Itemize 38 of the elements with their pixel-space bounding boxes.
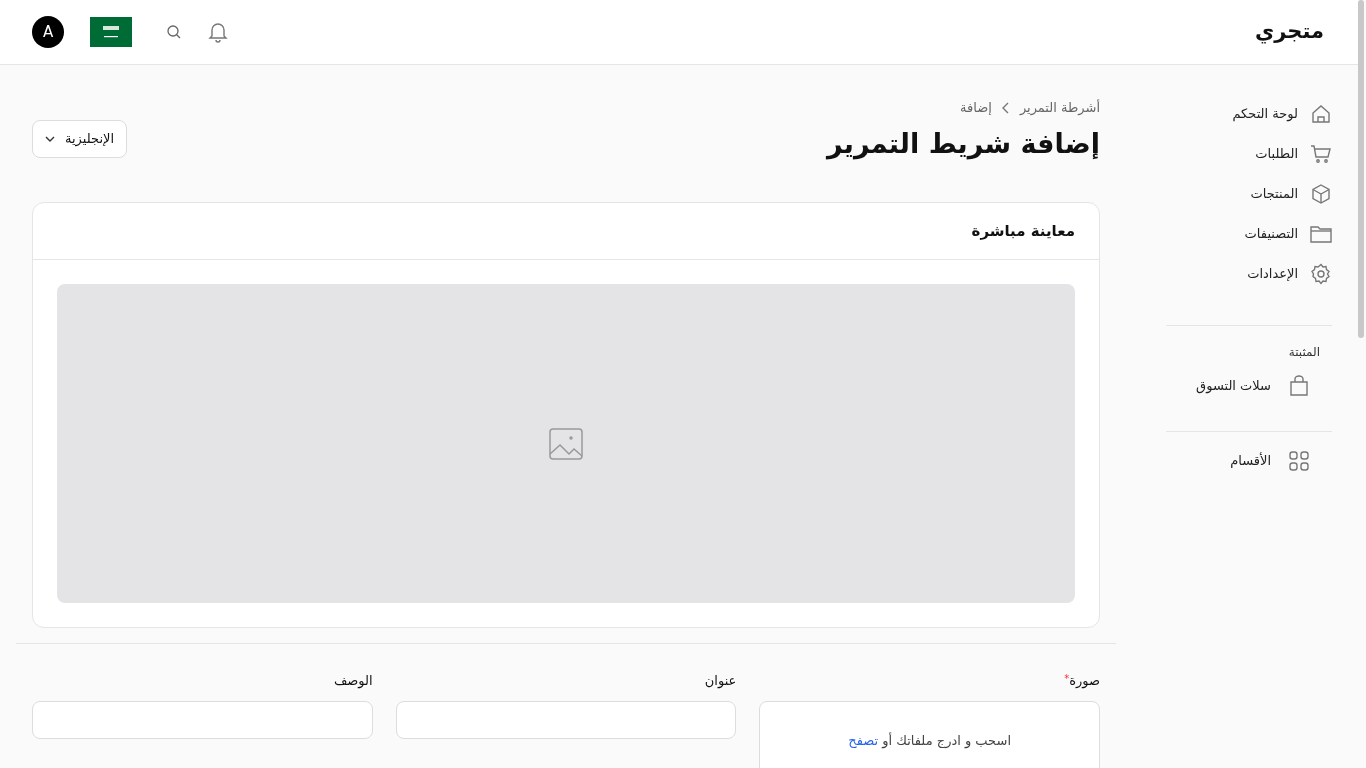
sidebar-item[interactable]: المنتجات	[1250, 183, 1332, 205]
card-title: معاينة مباشرة	[971, 220, 1075, 242]
sidebar-item[interactable]: لوحة التحكم	[1232, 103, 1332, 125]
language-select[interactable]: الإنجليزية	[32, 120, 128, 158]
grid-icon	[1288, 450, 1310, 472]
saudi-flag-icon[interactable]	[90, 17, 132, 47]
search-icon[interactable]	[166, 24, 182, 40]
store-logo[interactable]: متجري	[1254, 16, 1324, 48]
settings-icon	[1310, 263, 1332, 285]
chevron-down-icon	[45, 136, 55, 142]
sidebar-item[interactable]: الطلبات	[1255, 143, 1332, 165]
section-heading: المثبتة	[1288, 344, 1320, 361]
folder-icon	[1310, 223, 1332, 245]
breadcrumb-link[interactable]: أشرطة التمرير	[1019, 98, 1100, 118]
home-icon	[1310, 103, 1332, 125]
sidebar-item[interactable]: سلات التسوق	[1196, 375, 1310, 397]
title-input[interactable]	[395, 700, 737, 739]
browse-link[interactable]: تصفح	[848, 730, 879, 751]
description-input[interactable]	[32, 700, 373, 739]
chevron-left-icon	[1001, 101, 1010, 114]
image-icon	[548, 425, 584, 462]
sidebar-item[interactable]: الإعدادات	[1247, 263, 1332, 285]
user-avatar[interactable]: A	[32, 16, 64, 48]
scrollbar-thumb[interactable]	[1358, 0, 1364, 338]
dropzone-hint: اسحب و ادرج ملفاتك أو	[882, 731, 1011, 751]
field-label: صورة*	[1063, 671, 1100, 691]
page-title: إضافة شريط التمرير	[827, 126, 1100, 162]
file-dropzone[interactable]: اسحب و ادرج ملفاتك أو تصفح	[759, 700, 1100, 768]
cube-icon	[1310, 183, 1332, 205]
field-label: عنوان	[704, 672, 737, 691]
shopping-bag-icon	[1288, 375, 1310, 397]
notification-bell-icon[interactable]	[208, 21, 228, 43]
field-label: الوصف	[333, 672, 373, 691]
cart-icon	[1310, 143, 1332, 165]
sidebar-item[interactable]: التصنيفات	[1244, 223, 1332, 245]
sidebar-item[interactable]: الأقسام	[1230, 450, 1310, 472]
breadcrumb-current: إضافة	[960, 99, 992, 117]
required-mark: *	[1064, 672, 1070, 684]
